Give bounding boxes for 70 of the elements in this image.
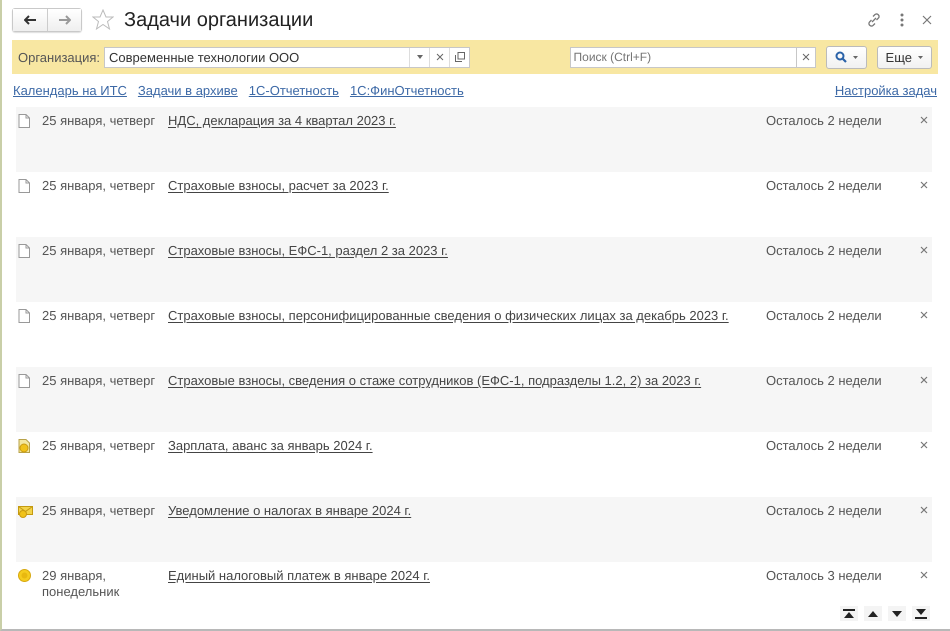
- task-date: 25 января, четверг: [42, 178, 156, 194]
- caret-icon: [852, 56, 858, 58]
- task-link[interactable]: Зарплата, аванс за январь 2024 г.: [168, 438, 373, 453]
- caret-icon: [416, 55, 423, 59]
- back-button[interactable]: [13, 9, 47, 31]
- close-icon: [920, 571, 928, 579]
- previous-button[interactable]: [864, 606, 882, 621]
- back-arrow-icon: [24, 15, 36, 25]
- remaining-time: Осталось 2 недели: [766, 503, 883, 518]
- task-link[interactable]: Страховые взносы, ЕФС-1, раздел 2 за 2023 г.: [168, 243, 448, 258]
- task-date: 25 января, четверг: [42, 373, 156, 389]
- open-window-icon: [454, 52, 465, 62]
- task-date: 25 января, четверг: [42, 503, 156, 519]
- remaining-time: Осталось 3 недели: [766, 568, 883, 583]
- organization-label: Организация:: [18, 50, 100, 64]
- close-icon: [920, 441, 928, 449]
- remaining-time: Осталось 2 недели: [766, 438, 883, 453]
- task-date: 25 января, четверг: [42, 308, 156, 324]
- star-icon[interactable]: [92, 9, 114, 31]
- task-link[interactable]: Страховые взносы, расчет за 2023 г.: [168, 178, 389, 193]
- task-date: 25 января, четверг: [42, 243, 156, 259]
- coin-document-icon: [18, 439, 31, 453]
- task-link[interactable]: Страховые взносы, персонифицированные сведения о физических лицах за декабрь 2023 г.: [168, 308, 729, 323]
- remaining-time: Осталось 2 недели: [766, 113, 883, 128]
- search-icon: [834, 51, 847, 63]
- to-top-icon: [843, 608, 855, 619]
- clear-icon: [802, 53, 810, 61]
- link[interactable]: 1С-Отчетность: [248, 83, 339, 98]
- link-icon[interactable]: [866, 12, 882, 28]
- document-icon: [18, 179, 30, 193]
- task-link[interactable]: Единый налоговый платеж в январе 2024 г.: [168, 568, 430, 583]
- task-link[interactable]: Уведомление о налогах в январе 2024 г.: [168, 503, 412, 518]
- remaining-time: Осталось 2 недели: [766, 373, 883, 388]
- more-menu-icon[interactable]: [900, 13, 904, 27]
- remaining-time: Осталось 2 недели: [766, 308, 883, 323]
- envelope-icon: [18, 504, 33, 518]
- more-button[interactable]: Еще: [876, 46, 932, 68]
- task-link[interactable]: НДС, декларация за 4 квартал 2023 г.: [168, 113, 396, 128]
- close-icon: [920, 506, 928, 514]
- coin-icon: [18, 569, 31, 582]
- first-page-button[interactable]: [840, 606, 858, 621]
- close-icon: [920, 246, 928, 254]
- task-link[interactable]: Страховые взносы, сведения о стаже сотрудников (ЕФС-1, подразделы 1.2, 2) за 2023 г.: [168, 373, 702, 388]
- task-date: 29 января, понедельник: [42, 568, 120, 600]
- close-icon[interactable]: [922, 15, 932, 25]
- next-button[interactable]: [888, 606, 906, 621]
- task-date: 25 января, четверг: [42, 113, 156, 129]
- document-icon: [18, 309, 30, 323]
- caret-icon: [918, 56, 923, 58]
- down-triangle-icon: [891, 608, 903, 619]
- close-icon: [920, 376, 928, 384]
- organization-field[interactable]: Современные технологии ООО: [104, 46, 470, 68]
- close-icon: [920, 181, 928, 189]
- forward-arrow-icon: [58, 15, 70, 25]
- last-page-button[interactable]: [912, 606, 930, 621]
- search-button[interactable]: [826, 46, 867, 68]
- settings-link[interactable]: Настройка задач: [834, 83, 937, 98]
- remaining-time: Осталось 2 недели: [766, 178, 883, 193]
- remaining-time: Осталось 2 недели: [766, 243, 883, 258]
- link[interactable]: Календарь на ИТС: [13, 83, 127, 98]
- close-icon: [920, 116, 928, 124]
- to-bottom-icon: [915, 608, 927, 619]
- clear-icon: [436, 53, 444, 61]
- clear-button[interactable]: [796, 46, 816, 68]
- window-title: Задачи организации: [124, 8, 314, 32]
- link[interactable]: Задачи в архиве: [138, 83, 238, 98]
- close-icon: [920, 311, 928, 319]
- search-field[interactable]: Поиск (Ctrl+F): [570, 46, 796, 68]
- task-date: 25 января, четверг: [42, 438, 156, 454]
- link[interactable]: 1С:ФинОтчетность: [350, 83, 464, 98]
